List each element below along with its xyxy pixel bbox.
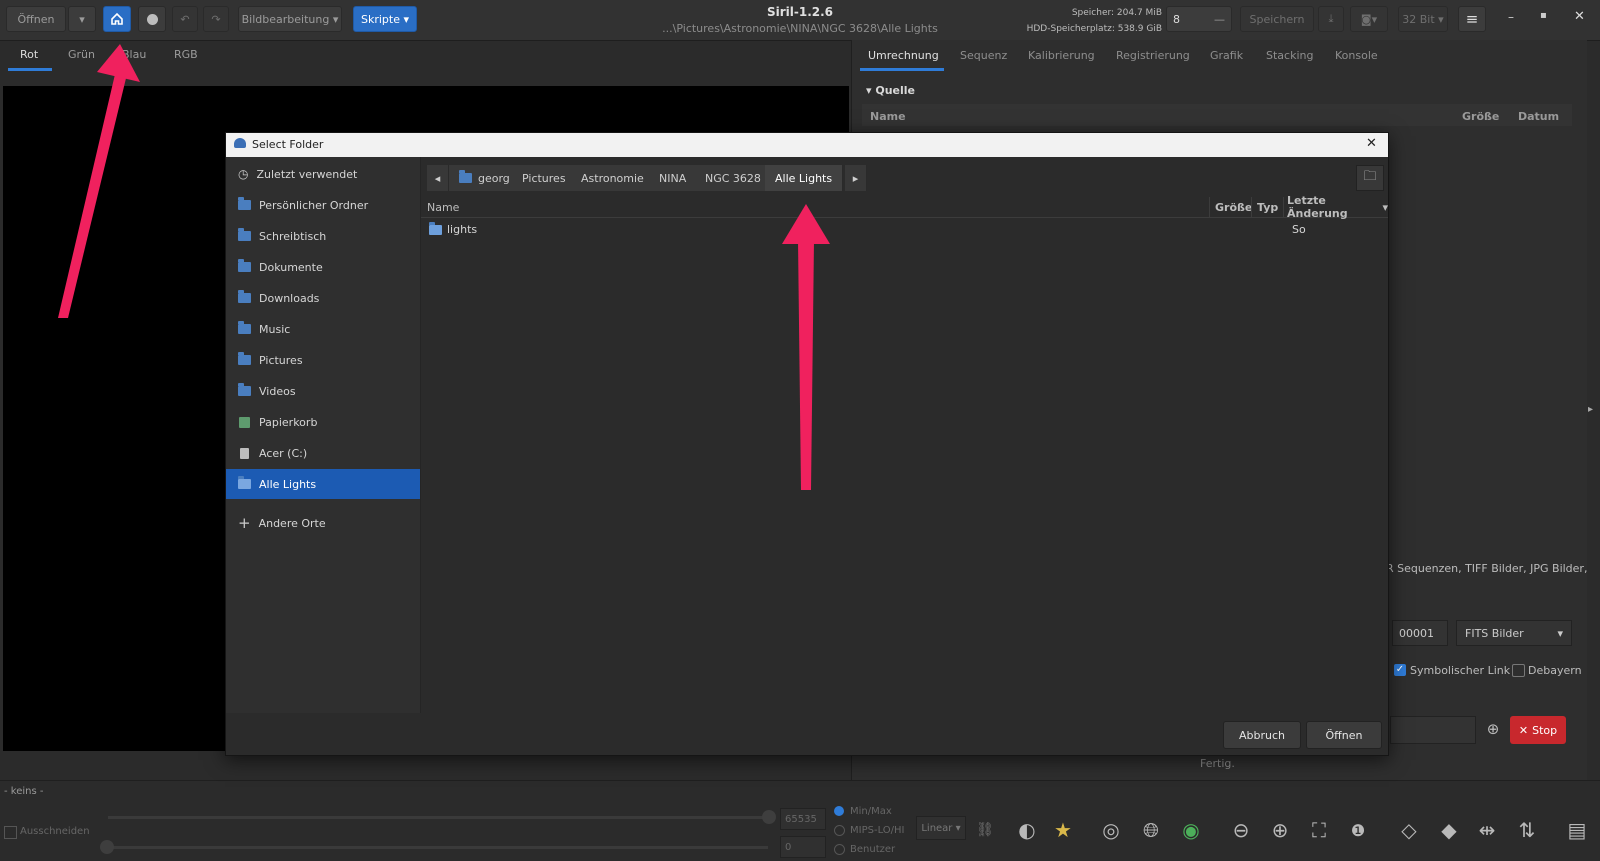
arrow-to-breadcrumb-icon xyxy=(782,204,830,490)
arrow-to-home-icon xyxy=(58,44,140,318)
annotation-arrows xyxy=(58,44,830,490)
